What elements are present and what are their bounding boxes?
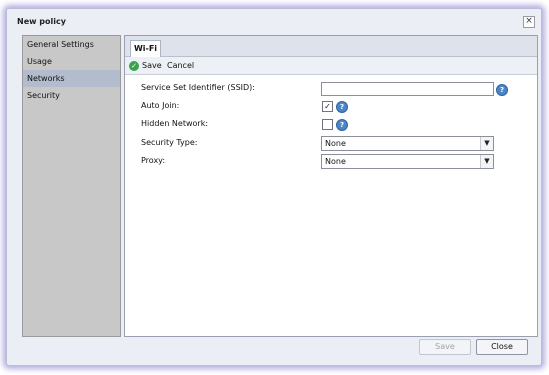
- security-type-select[interactable]: None ▼: [321, 136, 494, 151]
- hidden-network-help-icon[interactable]: ?: [336, 119, 348, 131]
- proxy-select[interactable]: None ▼: [321, 154, 494, 169]
- proxy-value: None: [325, 157, 346, 166]
- toolbar: ✓ Save Cancel: [125, 57, 537, 75]
- ssid-help-icon[interactable]: ?: [496, 84, 508, 96]
- tab-wifi[interactable]: Wi-Fi: [130, 40, 161, 57]
- sidebar-item-general-settings[interactable]: General Settings: [23, 36, 120, 53]
- main-panel: Wi-Fi ✓ Save Cancel Service Set Identifie…: [124, 35, 538, 337]
- hidden-network-checkbox[interactable]: [322, 119, 333, 130]
- check-circle-icon: ✓: [129, 60, 139, 71]
- close-icon[interactable]: ×: [523, 16, 535, 28]
- auto-join-help-icon[interactable]: ?: [336, 101, 348, 113]
- dialog-title: New policy: [17, 17, 66, 26]
- hidden-network-label: Hidden Network:: [141, 119, 209, 128]
- ssid-input[interactable]: [321, 82, 494, 96]
- auto-join-checkbox[interactable]: ✓: [322, 101, 333, 112]
- footer-close-button[interactable]: Close: [476, 339, 528, 355]
- toolbar-cancel-button[interactable]: Cancel: [167, 59, 194, 72]
- sidebar-item-usage[interactable]: Usage: [23, 53, 120, 70]
- ssid-label: Service Set Identifier (SSID):: [141, 83, 255, 92]
- sidebar-item-security[interactable]: Security: [23, 87, 120, 104]
- security-type-value: None: [325, 139, 346, 148]
- title-bar: New policy ×: [7, 9, 541, 31]
- sidebar: General Settings Usage Networks Security: [22, 35, 121, 337]
- toolbar-save-button[interactable]: ✓ Save: [129, 59, 162, 72]
- dialog-window: New policy × General Settings Usage Netw…: [6, 8, 542, 366]
- security-type-label: Security Type:: [141, 138, 198, 147]
- tab-strip: Wi-Fi: [125, 36, 537, 57]
- chevron-down-icon[interactable]: ▼: [480, 137, 493, 150]
- sidebar-item-networks[interactable]: Networks: [23, 70, 120, 87]
- footer-save-button[interactable]: Save: [419, 339, 471, 355]
- toolbar-save-label: Save: [142, 61, 162, 70]
- proxy-label: Proxy:: [141, 156, 166, 165]
- chevron-down-icon[interactable]: ▼: [480, 155, 493, 168]
- auto-join-label: Auto Join:: [141, 101, 180, 110]
